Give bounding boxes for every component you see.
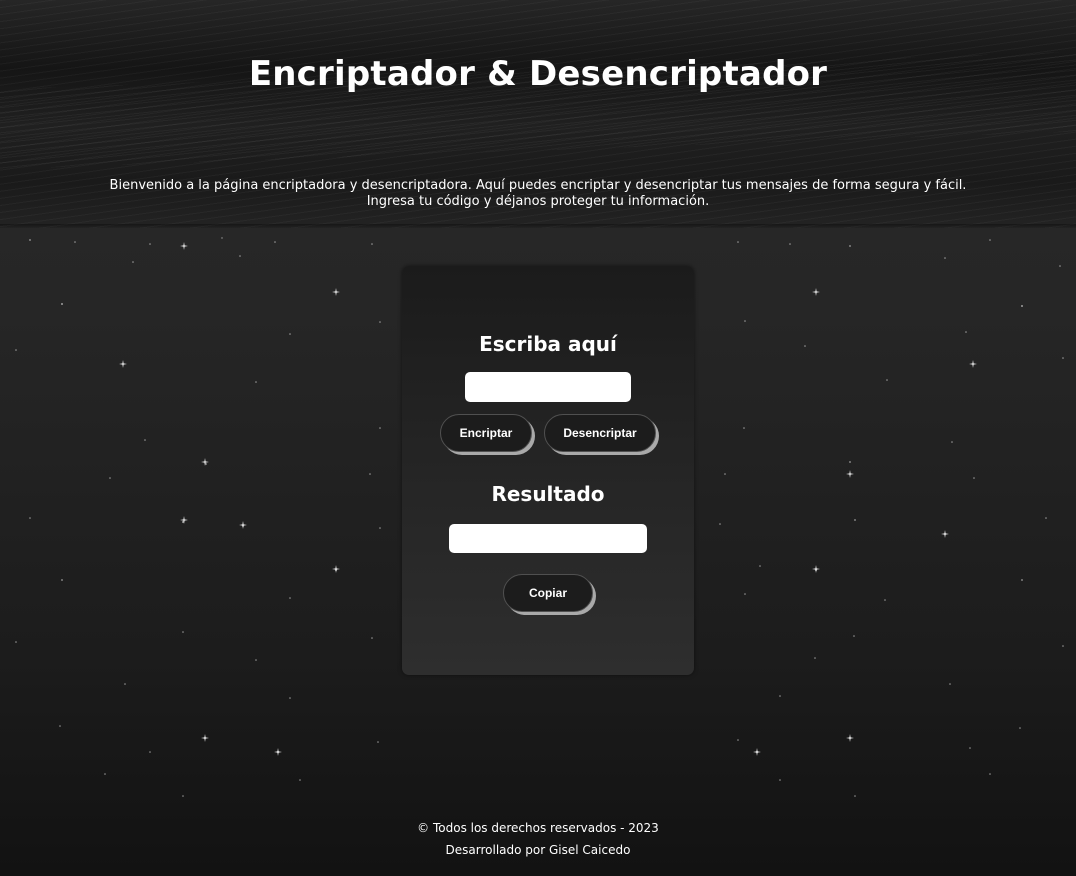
encrypt-button[interactable]: Encriptar (440, 414, 532, 452)
footer-credit: Desarrollado por Gisel Caicedo (445, 843, 631, 857)
result-heading: Resultado (491, 482, 605, 506)
intro-line-1: Bienvenido a la página encriptadora y de… (109, 178, 967, 193)
intro-line-2: Ingresa tu código y déjanos proteger tu … (366, 194, 710, 209)
intro-text: Bienvenido a la página encriptadora y de… (0, 178, 1076, 210)
footer-copyright: © Todos los derechos reservados - 2023 (417, 821, 659, 835)
message-input[interactable] (465, 372, 631, 402)
encryption-card: Escriba aquí Encriptar Desencriptar Resu… (402, 266, 694, 675)
input-heading: Escriba aquí (479, 332, 617, 356)
page-title: Encriptador & Desencriptador (248, 54, 828, 94)
page-header: Encriptador & Desencriptador Bienvenido … (0, 0, 1076, 228)
decrypt-button[interactable]: Desencriptar (544, 414, 656, 452)
result-output[interactable] (449, 524, 647, 553)
copy-button[interactable]: Copiar (503, 574, 593, 612)
